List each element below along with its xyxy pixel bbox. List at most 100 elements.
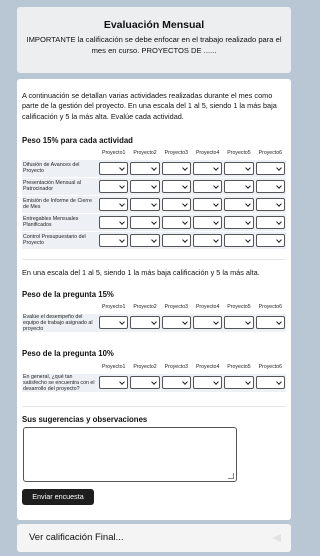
rating-select[interactable] bbox=[255, 161, 285, 175]
rating-select[interactable] bbox=[192, 161, 223, 175]
rating-select[interactable] bbox=[255, 197, 285, 211]
intro-text: A continuación se detallan varias activi… bbox=[22, 91, 277, 121]
rating-cell bbox=[254, 372, 286, 392]
rating-cell bbox=[160, 372, 192, 392]
rating-select[interactable] bbox=[99, 233, 129, 247]
rating-select[interactable] bbox=[130, 233, 160, 247]
rating-select[interactable] bbox=[255, 233, 285, 247]
grid-row: Entregables Mensuales Planificados bbox=[22, 212, 286, 231]
grid-row: Difusión de Avances del Proyecto bbox=[22, 158, 286, 177]
rating-cell bbox=[254, 176, 286, 195]
rating-select[interactable] bbox=[192, 215, 223, 229]
column-header-proyecto2: Proyecto2 bbox=[133, 304, 157, 311]
suggestions-textarea[interactable] bbox=[23, 427, 237, 482]
column-header-proyecto1: Proyecto1 bbox=[101, 150, 126, 157]
rating-select[interactable] bbox=[224, 316, 254, 329]
rating-select[interactable] bbox=[224, 197, 254, 211]
rating-cell bbox=[129, 230, 161, 249]
survey-header: Evaluación Mensual IMPORTANTE la calific… bbox=[17, 7, 291, 73]
rating-cell bbox=[160, 158, 192, 177]
rating-select[interactable] bbox=[161, 376, 191, 389]
rating-select[interactable] bbox=[99, 215, 129, 229]
rating-select[interactable] bbox=[161, 179, 191, 193]
rating-cell bbox=[98, 212, 130, 231]
rating-select[interactable] bbox=[161, 316, 191, 329]
rating-select[interactable] bbox=[224, 376, 254, 389]
rating-cell bbox=[223, 176, 255, 195]
grid-row: Control Presupuestario del Proyecto bbox=[22, 230, 286, 249]
rating-select[interactable] bbox=[130, 316, 160, 329]
column-header-proyecto4: Proyecto4 bbox=[195, 304, 220, 311]
rating-cell bbox=[254, 158, 286, 177]
final-score-label: Ver calificación Final... bbox=[29, 532, 124, 543]
rating-select[interactable] bbox=[130, 215, 160, 229]
rating-cell bbox=[254, 212, 286, 231]
rating-cell bbox=[223, 230, 255, 249]
rating-select[interactable] bbox=[99, 376, 129, 389]
grid-corner bbox=[22, 362, 98, 373]
rating-select[interactable] bbox=[192, 376, 223, 389]
submit-survey-button[interactable]: Enviar encuesta bbox=[22, 489, 94, 505]
rating-cell bbox=[129, 372, 161, 392]
column-header-proyecto5: Proyecto5 bbox=[227, 304, 251, 311]
survey-title: Evaluación Mensual bbox=[103, 19, 205, 31]
rating-select[interactable] bbox=[255, 316, 285, 329]
rating-select[interactable] bbox=[161, 215, 191, 229]
rating-select[interactable] bbox=[130, 197, 160, 211]
rating-cell bbox=[254, 312, 286, 332]
divider bbox=[22, 259, 286, 260]
rating-select[interactable] bbox=[255, 215, 285, 229]
rating-cell bbox=[223, 194, 255, 213]
rating-select[interactable] bbox=[255, 376, 285, 389]
rating-cell bbox=[223, 158, 255, 177]
rating-cell bbox=[98, 372, 130, 392]
rating-select[interactable] bbox=[192, 233, 223, 247]
rating-cell bbox=[191, 158, 224, 177]
rating-select[interactable] bbox=[161, 197, 191, 211]
rating-select[interactable] bbox=[161, 233, 191, 247]
section1-title: Peso 15% para cada actividad bbox=[22, 136, 133, 145]
rating-cell bbox=[98, 158, 130, 177]
rating-select[interactable] bbox=[192, 316, 223, 329]
rating-cell bbox=[254, 194, 286, 213]
rating-cell bbox=[98, 176, 130, 195]
rating-select[interactable] bbox=[224, 215, 254, 229]
rating-select[interactable] bbox=[99, 161, 129, 175]
satisfaction-rating-grid: Proyecto1 Proyecto2 Proyecto3 Proyecto4 Proy… bbox=[22, 362, 286, 392]
rating-cell bbox=[129, 194, 161, 213]
row-label: Evalúe el desempeño del equipo de trabaj… bbox=[22, 312, 98, 332]
column-header-proyecto6: Proyecto6 bbox=[258, 364, 282, 371]
triangle-left-icon[interactable] bbox=[272, 534, 281, 542]
suggestions-title: Sus sugerencias y observaciones bbox=[22, 415, 148, 424]
rating-select[interactable] bbox=[224, 179, 254, 193]
rating-select[interactable] bbox=[224, 161, 254, 175]
column-header-proyecto4: Proyecto4 bbox=[195, 364, 220, 371]
rating-cell bbox=[223, 312, 255, 332]
final-score-panel[interactable]: Ver calificación Final... bbox=[17, 524, 291, 552]
rating-select[interactable] bbox=[161, 161, 191, 175]
rating-select[interactable] bbox=[192, 197, 223, 211]
rating-cell bbox=[160, 194, 192, 213]
divider bbox=[22, 406, 286, 407]
rating-cell bbox=[160, 176, 192, 195]
rating-select[interactable] bbox=[99, 316, 129, 329]
rating-select[interactable] bbox=[99, 197, 129, 211]
column-header-proyecto3: Proyecto3 bbox=[164, 150, 188, 157]
rating-cell bbox=[191, 372, 224, 392]
row-label: Difusión de Avances del Proyecto bbox=[22, 158, 98, 177]
rating-select[interactable] bbox=[192, 179, 223, 193]
rating-select[interactable] bbox=[130, 179, 160, 193]
rating-select[interactable] bbox=[130, 161, 160, 175]
rating-cell bbox=[129, 312, 161, 332]
rating-select[interactable] bbox=[130, 376, 160, 389]
rating-cell bbox=[191, 194, 224, 213]
rating-cell bbox=[129, 176, 161, 195]
rating-cell bbox=[98, 194, 130, 213]
grid-row: En general, ¿qué tan satisfecho se encue… bbox=[22, 372, 286, 392]
rating-select[interactable] bbox=[224, 233, 254, 247]
rating-select[interactable] bbox=[255, 179, 285, 193]
rating-select[interactable] bbox=[99, 179, 129, 193]
rating-cell bbox=[129, 212, 161, 231]
row-label: Presentación Mensual al Patrocinador bbox=[22, 176, 98, 195]
section3-title: Peso de la pregunta 10% bbox=[22, 349, 114, 358]
